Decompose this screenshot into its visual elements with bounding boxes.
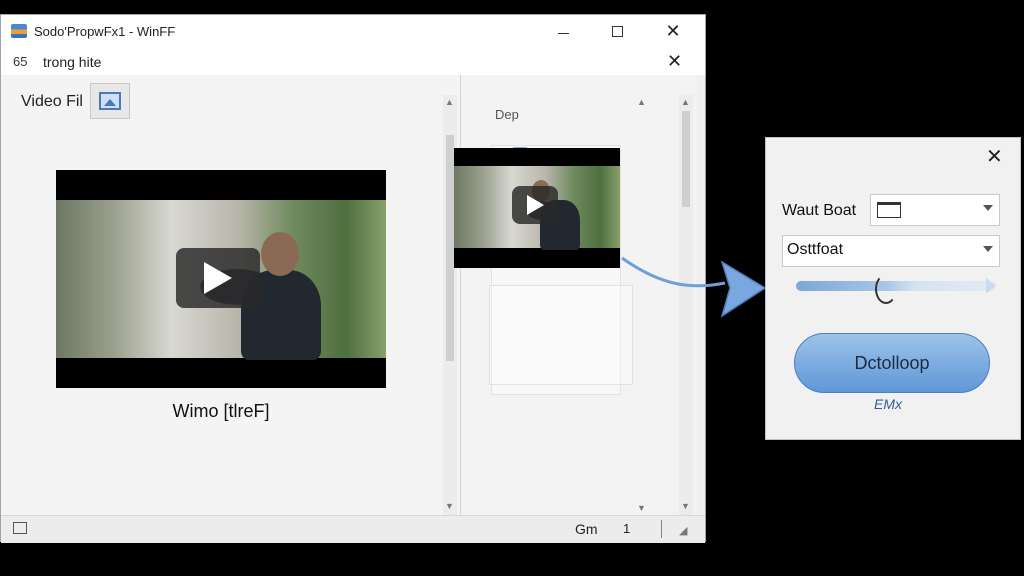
left-pane: Video Fil Wimo [tlreF] ▲ ▼: [1, 75, 461, 515]
picture-icon: [99, 92, 121, 110]
status-icon: [13, 522, 27, 534]
document-bar: 65 trong hite ✕: [1, 47, 705, 75]
convert-button[interactable]: Dctolloop: [794, 333, 990, 393]
video-person-head: [261, 232, 299, 276]
left-scroll-thumb[interactable]: [446, 135, 454, 361]
right-scroll-thumb[interactable]: [682, 111, 690, 207]
chevron-down-icon: [983, 205, 993, 211]
main-window: Sodo'PropwFx1 - WinFF ✕ 65 trong hite ✕ …: [0, 14, 706, 543]
video-file-label: Video Fil: [21, 93, 83, 110]
convert-sub-label: EMx: [874, 396, 902, 412]
scroll-up-icon[interactable]: ▲: [445, 97, 454, 107]
scroll-down-icon[interactable]: ▼: [445, 501, 454, 511]
format-select[interactable]: Osttfoat: [782, 235, 1000, 267]
video-preview[interactable]: [56, 170, 386, 388]
title-bar: Sodo'PropwFx1 - WinFF ✕: [1, 15, 705, 47]
doc-close-icon[interactable]: ✕: [667, 51, 682, 72]
chevron-down-icon: [983, 246, 993, 252]
close-icon[interactable]: ✕: [986, 144, 1003, 169]
slider-handle[interactable]: [875, 274, 897, 304]
status-bar: Gm 1 ◢: [1, 515, 705, 543]
slider-arrow-icon: [986, 278, 996, 294]
folder-icon: [877, 202, 901, 218]
maximize-icon: [611, 25, 623, 37]
close-icon: ✕: [665, 20, 681, 41]
output-folder-label: Waut Boat: [782, 202, 857, 219]
right-scrollbar[interactable]: ▲ ▼: [679, 95, 693, 515]
settings-dialog: ✕ Waut Boat Osttfoat Dctolloop EMx: [765, 137, 1021, 440]
play-button[interactable]: [176, 248, 260, 308]
right-scroll-down-icon[interactable]: ▼: [681, 501, 690, 511]
window-title: Sodo'PropwFx1 - WinFF: [34, 24, 176, 39]
doc-title: trong hite: [43, 54, 102, 70]
minimize-button[interactable]: [543, 19, 583, 43]
output-folder-select[interactable]: [870, 194, 1000, 226]
browse-video-button[interactable]: [90, 83, 130, 119]
video-caption: Wimo [tlreF]: [172, 401, 270, 421]
play-icon: [204, 262, 232, 294]
maximize-button[interactable]: [597, 19, 637, 43]
status-count: 1: [623, 521, 631, 536]
minimize-icon: [557, 32, 569, 34]
app-icon: [11, 24, 27, 38]
right-pane: Dep ▲ ▼ ▲ ▼: [461, 75, 697, 515]
right-scroll-up-icon[interactable]: ▲: [681, 97, 690, 107]
right-inner-scroll-up-icon[interactable]: ▲: [637, 97, 646, 107]
format-select-value: Osttfoat: [787, 241, 844, 258]
floating-play-button[interactable]: [512, 186, 558, 224]
close-button[interactable]: ✕: [653, 19, 693, 43]
floating-video-preview[interactable]: [454, 148, 620, 268]
convert-button-label: Dctolloop: [854, 352, 930, 373]
ghost-panel-inner: [489, 285, 633, 385]
right-inner-scroll-down-icon[interactable]: ▼: [637, 503, 646, 513]
status-separator: [661, 520, 662, 538]
status-gm: Gm: [575, 521, 598, 537]
resize-grip-icon[interactable]: ◢: [679, 524, 687, 537]
floating-play-icon: [526, 195, 544, 215]
doc-number: 65: [13, 54, 28, 69]
deep-label: Dep: [495, 107, 519, 122]
